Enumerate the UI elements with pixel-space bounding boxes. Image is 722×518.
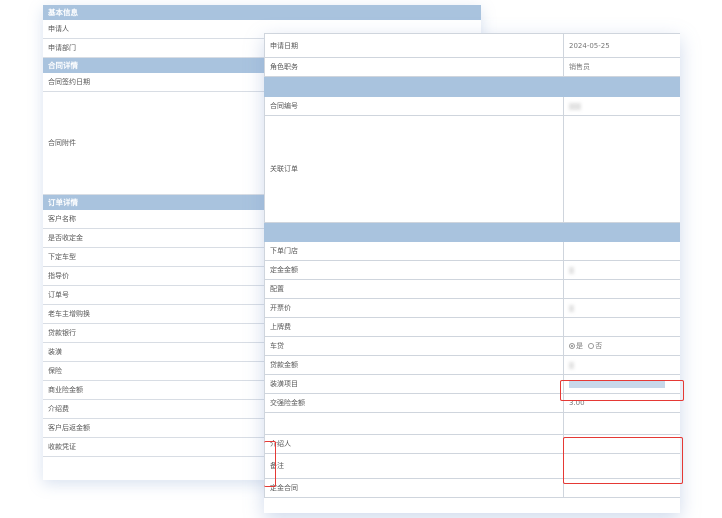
- order-detail-label: 下定车型: [48, 253, 76, 261]
- remark-label: 备注: [264, 453, 564, 479]
- order-detail-label: 订单号: [48, 291, 69, 299]
- order-detail-label: 客户后返金额: [48, 424, 90, 432]
- loan-amount-label: 贷款金额: [264, 355, 564, 375]
- spacer-row: [264, 412, 680, 435]
- order-detail-label: 商业险金额: [48, 386, 83, 394]
- order-detail-label: 介绍费: [48, 405, 69, 413]
- section-basic-info: 基本信息: [43, 5, 481, 20]
- order-detail-label: 贷款银行: [48, 329, 76, 337]
- loan-no-label: 否: [595, 342, 603, 350]
- loan-label: 车贷: [264, 336, 564, 356]
- section-band-contract: [264, 76, 680, 97]
- loan-row: 车贷 是 否: [264, 336, 680, 356]
- loan-yes-radio[interactable]: [569, 343, 575, 349]
- order-detail-label: 老车主增购换: [48, 310, 90, 318]
- introducer-label: 介绍人: [264, 434, 564, 454]
- apply-date-row: 申请日期 2024-05-25: [264, 33, 680, 58]
- basic-info-label: 申请人: [48, 25, 69, 33]
- basic-info-label: 申请部门: [48, 44, 76, 52]
- order-detail-label: 收款凭证: [48, 443, 76, 451]
- store-label: 下单门店: [264, 241, 564, 261]
- order-detail-label: 是否收定金: [48, 234, 83, 242]
- apply-date-value: 2024-05-25: [563, 33, 680, 58]
- loan-radio-group: 是 否: [563, 336, 680, 356]
- order-detail-label: 指导价: [48, 272, 69, 280]
- plate-fee-label: 上牌费: [264, 317, 564, 337]
- invoice-price-row: 开票价: [264, 298, 680, 318]
- deposit-amount-label: 定金金额: [264, 260, 564, 280]
- related-order-row: 关联订单: [264, 115, 680, 223]
- role-row: 角色职务 销售员: [264, 57, 680, 77]
- highlight-introducer-remark-values: [563, 437, 683, 484]
- order-detail-label: 保险: [48, 367, 62, 375]
- contract-no-label: 合同编号: [264, 96, 564, 116]
- decor-items-label: 装潢项目: [264, 374, 564, 394]
- deposit-amount-row: 定金金额: [264, 260, 680, 280]
- role-value: 销售员: [563, 57, 680, 77]
- contract-attachment-label: 合同附件: [48, 139, 76, 147]
- ci-amount-label: 交强险金额: [264, 393, 564, 413]
- role-label: 角色职务: [264, 57, 564, 77]
- store-row: 下单门店: [264, 241, 680, 261]
- loan-yes-label: 是: [576, 342, 583, 350]
- loan-amount-row: 贷款金额: [264, 355, 680, 375]
- plate-fee-row: 上牌费: [264, 317, 680, 337]
- highlight-introducer-remark-labels: [264, 441, 276, 487]
- order-detail-label: 客户名称: [48, 215, 76, 223]
- related-order-label: 关联订单: [264, 115, 564, 223]
- apply-date-label: 申请日期: [264, 33, 564, 58]
- contract-detail-label: 合同签约日期: [48, 78, 90, 86]
- contract-no-row: 合同编号: [264, 96, 680, 116]
- order-detail-label: 装潢: [48, 348, 62, 356]
- highlight-decor-items: [560, 380, 684, 401]
- config-row: 配置: [264, 279, 680, 299]
- contract-no-value: [563, 96, 680, 116]
- invoice-price-label: 开票价: [264, 298, 564, 318]
- section-band-order: [264, 222, 680, 242]
- sales-contract-label: 定金合同: [264, 478, 564, 498]
- loan-no-radio[interactable]: [588, 343, 595, 349]
- related-order-value: [563, 115, 680, 223]
- config-label: 配置: [264, 279, 564, 299]
